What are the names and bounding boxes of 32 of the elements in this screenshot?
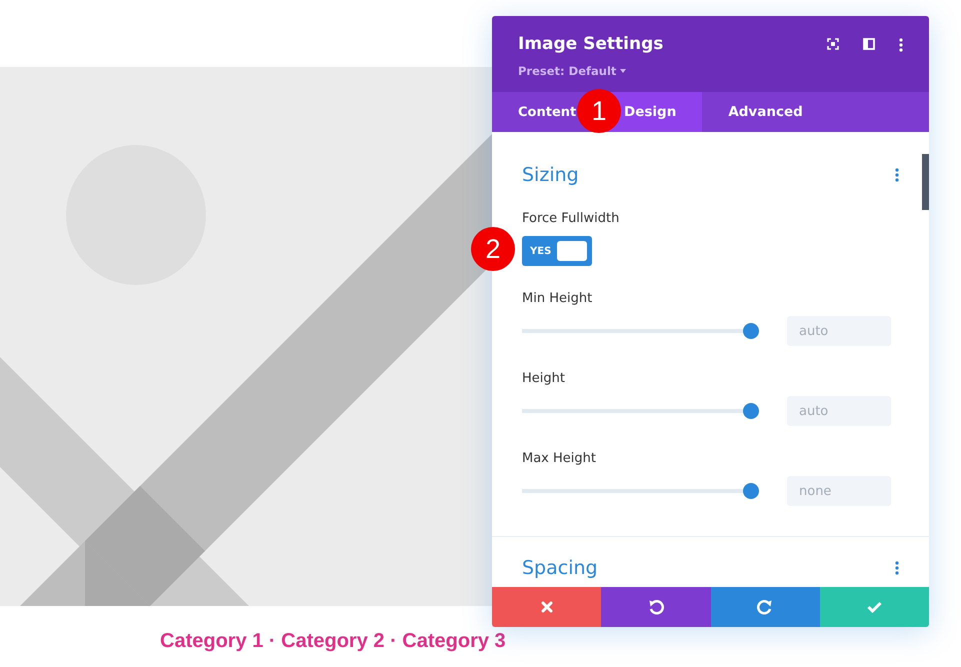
category-links[interactable]: Category 1 · Category 2 · Category 3 (160, 630, 506, 652)
field-label: Min Height (522, 291, 594, 306)
check-icon (866, 601, 882, 613)
layout-icon[interactable] (863, 38, 875, 50)
slider-thumb[interactable] (742, 483, 759, 499)
redo-button[interactable] (710, 587, 820, 627)
more-icon[interactable] (895, 561, 899, 575)
slider-thumb[interactable] (742, 403, 759, 419)
scrollbar[interactable] (922, 154, 929, 210)
fullscreen-icon[interactable] (827, 38, 839, 50)
undo-icon (648, 599, 664, 615)
field-label: Height (522, 371, 566, 386)
preset-dropdown[interactable]: Preset: Default (518, 64, 626, 78)
toggle-switch[interactable]: YES (522, 236, 592, 266)
field-label: Force Fullwidth (522, 211, 620, 226)
more-icon[interactable] (895, 168, 899, 182)
tab[interactable]: Advanced (702, 92, 829, 132)
section-title[interactable]: Spacing (522, 557, 598, 579)
value-input[interactable]: auto (787, 316, 891, 346)
undo-button[interactable] (601, 587, 710, 627)
tab[interactable]: Content (492, 92, 577, 132)
field-label: Max Height (522, 451, 597, 466)
value-input[interactable]: auto (787, 396, 891, 426)
caret-icon (620, 69, 626, 73)
tab[interactable]: Design (621, 92, 702, 132)
slider-thumb[interactable] (742, 323, 759, 339)
value-input[interactable]: none (787, 476, 891, 506)
redo-icon (757, 599, 774, 615)
more-icon[interactable] (899, 38, 903, 52)
section-title[interactable]: Sizing (522, 164, 579, 186)
close-icon (540, 601, 553, 613)
panel-title: Image Settings (518, 34, 664, 54)
